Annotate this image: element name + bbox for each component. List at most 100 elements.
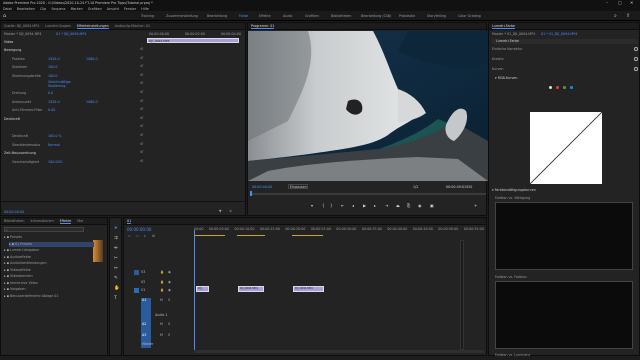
tab-program[interactable]: Programm: 01	[251, 24, 275, 29]
reset-icon[interactable]: ↺	[140, 133, 143, 137]
export-icon[interactable]: ⇲	[229, 209, 232, 213]
hand-tool-icon[interactable]: ✋	[114, 286, 120, 291]
effect-row-value[interactable]: Normal	[48, 143, 86, 147]
add-button-icon[interactable]: +	[474, 203, 477, 208]
tab-source[interactable]: Quelle: DJI_0094.MP4	[4, 24, 39, 28]
tab-markers[interactable]: Mar	[77, 219, 83, 223]
lumetri-sequence-label[interactable]: 01 * 01_DJI_0094.MP4	[541, 32, 577, 36]
reset-icon[interactable]: ↺	[140, 73, 143, 77]
effect-row[interactable]: Drehung 0.0	[4, 90, 144, 96]
menu-window[interactable]: Fenster	[124, 7, 136, 11]
effects-list-item[interactable]: ▸ ▪ Lumetri-Vorgaben	[4, 248, 89, 254]
section-curves-toggle[interactable]	[634, 67, 638, 71]
menu-sequence[interactable]: Sequenz	[51, 7, 65, 11]
workspace-logs[interactable]: Protokolle	[399, 14, 415, 18]
timeline-clip[interactable]: DJI_0094.MP4	[293, 286, 324, 292]
filter-icon[interactable]: ▼	[219, 209, 222, 213]
add-marker-icon[interactable]: ▾	[144, 234, 146, 238]
program-scrub-bar[interactable]	[250, 193, 486, 195]
mini-clip-bar[interactable]: DJI_0094.MP4	[147, 38, 239, 43]
tab-lumetri-color[interactable]: Lumetri-Farbe	[492, 24, 515, 29]
effect-row[interactable]: Zeit-Neuzuordnung	[4, 150, 144, 156]
tab-effect-controls[interactable]: Effekteinstellungen	[76, 24, 109, 29]
play-icon[interactable]: ▶	[363, 203, 366, 208]
reset-icon[interactable]: ↺	[140, 90, 143, 94]
effects-list-item[interactable]: ▸ ▪ 01 Presets	[9, 241, 94, 247]
menu-graphics[interactable]: Grafiken	[88, 7, 102, 11]
export-frame-icon[interactable]: ◉	[418, 203, 422, 208]
hue-sat-curve[interactable]	[495, 202, 634, 270]
menu-view[interactable]: Ansicht	[107, 7, 119, 11]
effect-row-value[interactable]: 100.0 %	[48, 134, 86, 138]
reset-icon[interactable]: ↺	[140, 107, 143, 111]
rgb-curves-label[interactable]: ▾ RGB-Kurven	[495, 76, 518, 80]
effect-row-value[interactable]: 100.00%	[48, 160, 86, 164]
effect-row[interactable]: Geschwindigkeit 100.00%	[4, 159, 144, 165]
lumetri-master-label[interactable]: Master * 01_DJI_0094.MP4	[492, 32, 535, 36]
menu-file[interactable]: Datei	[3, 7, 12, 11]
section-basic[interactable]: Einfache Korrektur	[492, 47, 523, 51]
a3-mute-icon[interactable]: M	[160, 333, 163, 337]
reset-icon[interactable]: ↺	[140, 64, 143, 68]
reset-icon[interactable]: ↺	[140, 56, 143, 60]
effects-list-item[interactable]: ▸ ▪ Presets	[4, 235, 89, 241]
effects-list-item[interactable]: ▸ ▪ Audioeffekte	[4, 255, 89, 261]
tab-info[interactable]: Informationen	[30, 219, 53, 223]
workspace-storytelling[interactable]: Storytelling	[427, 14, 446, 18]
marker-icon[interactable]: ▾	[311, 203, 313, 208]
effect-row[interactable]: Anti-Flimmer-Filter 0.00	[4, 107, 144, 113]
effect-row[interactable]: Bewegung	[4, 47, 144, 53]
mark-in-icon[interactable]: {	[322, 203, 325, 208]
reset-icon[interactable]: ↺	[140, 159, 143, 163]
v1-lock-icon[interactable]: 🔒	[160, 288, 164, 292]
rgb-curve-graph[interactable]	[529, 111, 603, 185]
effect-row-value[interactable]: 100.0	[48, 74, 86, 78]
effects-list-item[interactable]: ▸ ▪ Videoblenden	[4, 274, 89, 280]
timeline-playhead[interactable]	[194, 230, 195, 350]
a1-mute-icon[interactable]: M	[160, 298, 163, 302]
workspace-color-grading[interactable]: Color Grading	[458, 14, 481, 18]
snap-icon[interactable]: ⊂	[128, 234, 131, 238]
blue-channel-dot[interactable]	[570, 86, 573, 89]
effect-row[interactable]: Überblendmodus Normal	[4, 142, 144, 148]
close-button[interactable]: ✕	[630, 0, 633, 5]
search-icon[interactable]: ⌕	[614, 13, 617, 19]
reset-icon[interactable]: ↺	[140, 99, 143, 103]
effect-row-value[interactable]: 1920.0	[48, 100, 86, 104]
resolution-dropdown[interactable]: 1/2	[413, 185, 418, 189]
ripple-edit-tool-icon[interactable]: ⇹	[114, 246, 118, 251]
v3-eye-icon[interactable]: ◉	[168, 270, 171, 274]
reset-icon[interactable]: ↺	[140, 142, 143, 146]
workspace-libraries[interactable]: Bibliotheken	[331, 14, 351, 18]
effect-row[interactable]	[4, 124, 144, 130]
effect-row-value[interactable]: Gleichmäßige Skalierung	[48, 80, 86, 88]
extract-icon[interactable]: ⎘	[407, 203, 410, 208]
sequence-clip-label[interactable]: 01 * DJI_0094.MP4	[56, 32, 86, 36]
effect-row[interactable]: Deckkraft	[4, 116, 144, 122]
video-frame[interactable]	[248, 31, 488, 181]
share-icon[interactable]: ⇪	[626, 13, 630, 19]
red-channel-dot[interactable]	[556, 86, 559, 89]
mark-out-icon[interactable]: }	[330, 203, 333, 208]
reset-icon[interactable]: ↺	[140, 124, 143, 128]
reset-icon[interactable]: ↺	[140, 150, 143, 154]
linked-selection-icon[interactable]: ⊃	[136, 234, 139, 238]
menu-markers[interactable]: Marken	[71, 7, 83, 11]
menu-help[interactable]: Hilfe	[141, 7, 149, 11]
section-creative[interactable]: Kreativ	[492, 57, 504, 61]
effects-search-input[interactable]: ⌕	[4, 227, 84, 232]
green-channel-dot[interactable]	[563, 86, 566, 89]
go-to-in-icon[interactable]: ⇤	[341, 203, 344, 208]
white-channel-dot[interactable]	[549, 86, 552, 89]
v1-source-patch[interactable]	[134, 288, 139, 293]
type-tool-icon[interactable]: T	[114, 296, 117, 301]
playhead-marker[interactable]	[250, 191, 252, 196]
hue-hue-curve[interactable]	[495, 281, 634, 349]
reset-icon[interactable]: ↺	[140, 47, 143, 51]
effect-row-value-2[interactable]: 1080.0	[86, 100, 98, 104]
reset-icon[interactable]: ↺	[140, 81, 143, 85]
effects-list-item[interactable]: ▸ ▪ Audioüberblendungen	[4, 261, 89, 267]
lift-icon[interactable]: ⏏	[396, 203, 400, 208]
tab-lumetri-scopes[interactable]: Lumetri-Scopes	[45, 24, 71, 28]
workspace-training[interactable]: Training	[141, 14, 154, 18]
